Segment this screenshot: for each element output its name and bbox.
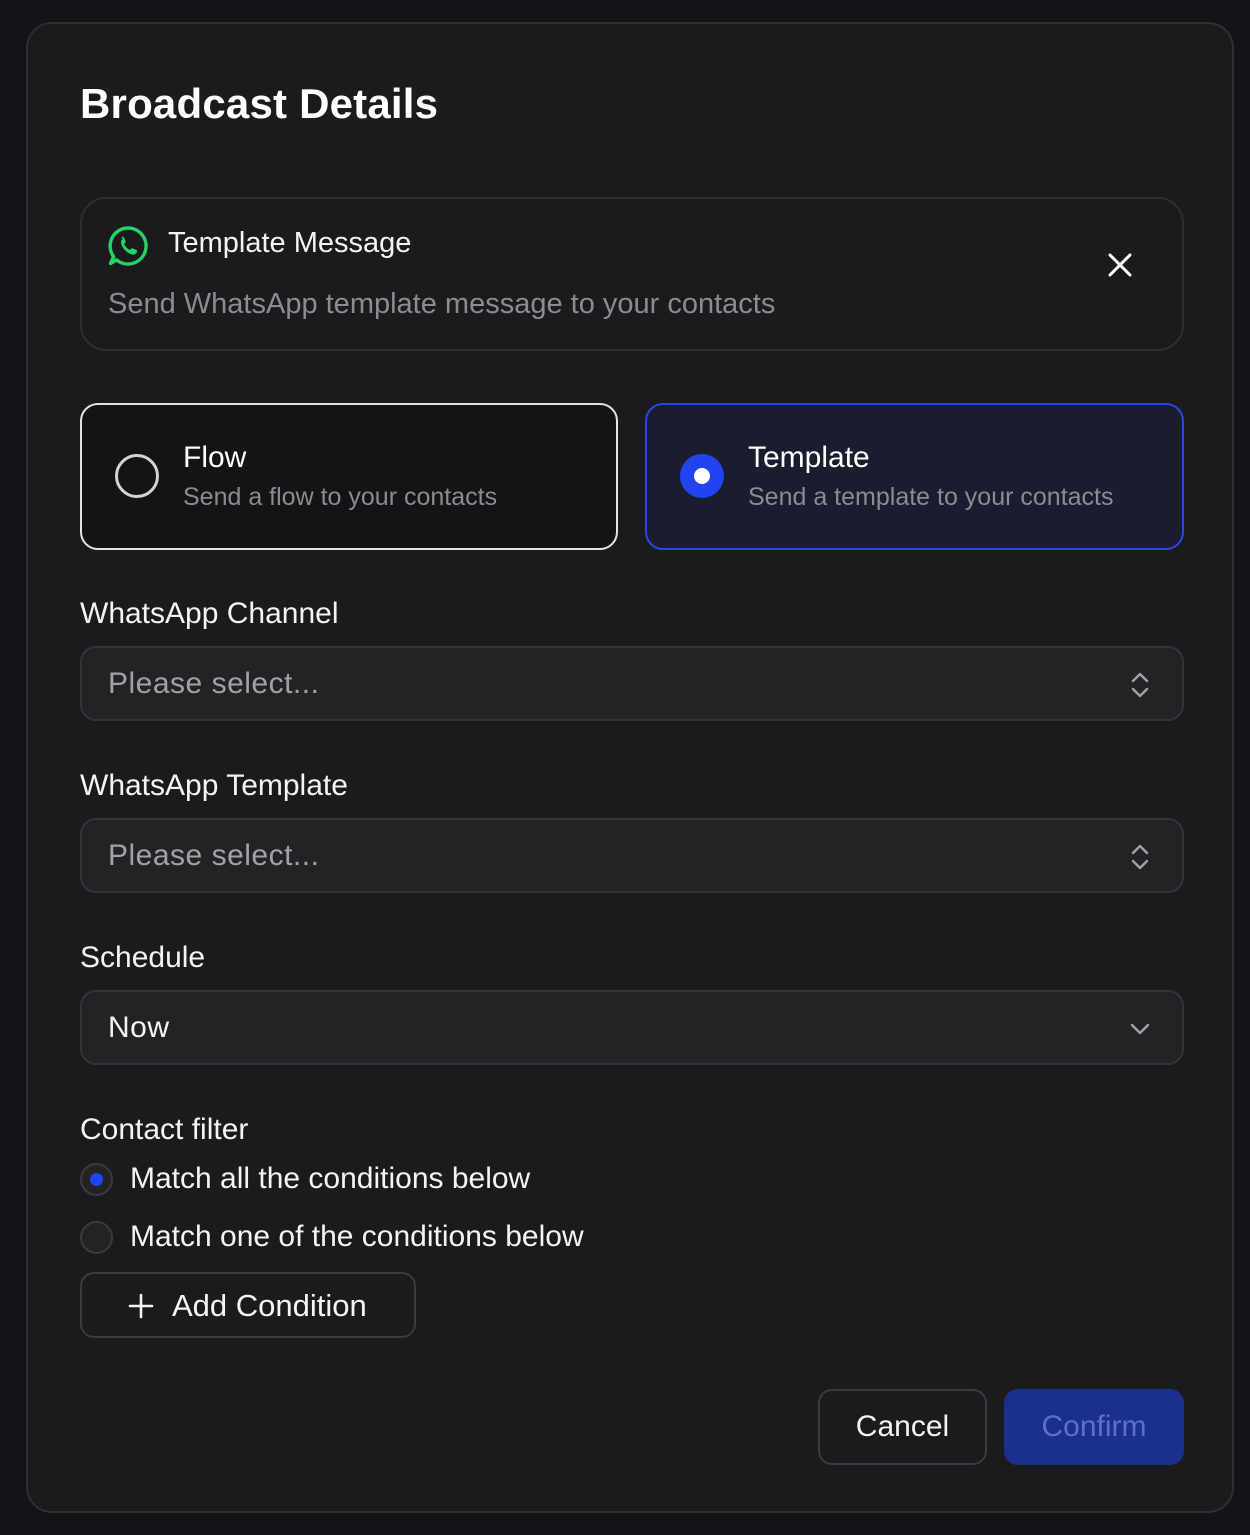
chevron-down-icon	[1130, 1023, 1150, 1035]
schedule-value: Now	[108, 1011, 170, 1044]
match-one-radio[interactable]	[80, 1221, 113, 1254]
schedule-select[interactable]: Now	[80, 990, 1184, 1065]
match-all-radio[interactable]	[80, 1163, 113, 1196]
whatsapp-template-placeholder: Please select...	[108, 839, 320, 872]
contact-filter-label: Contact filter	[80, 1113, 249, 1146]
template-option-title: Template	[748, 441, 870, 474]
flow-option[interactable]: Flow Send a flow to your contacts	[80, 403, 618, 550]
broadcast-details-dialog: Broadcast Details Template Message Send …	[26, 22, 1234, 1513]
whatsapp-channel-select[interactable]: Please select...	[80, 646, 1184, 721]
card-description: Send WhatsApp template message to your c…	[108, 288, 776, 320]
whatsapp-channel-label: WhatsApp Channel	[80, 597, 339, 630]
template-message-card: Template Message Send WhatsApp template …	[80, 197, 1184, 351]
match-one-label: Match one of the conditions below	[130, 1220, 584, 1253]
add-condition-label: Add Condition	[172, 1288, 367, 1323]
dialog-title: Broadcast Details	[80, 80, 439, 127]
confirm-button[interactable]: Confirm	[1004, 1389, 1184, 1465]
whatsapp-icon	[108, 226, 148, 266]
match-all-label: Match all the conditions below	[130, 1162, 531, 1195]
chevron-up-down-icon	[1131, 844, 1149, 870]
chevron-up-down-icon	[1131, 672, 1149, 698]
flow-radio[interactable]	[115, 454, 159, 498]
template-option[interactable]: Template Send a template to your contact…	[645, 403, 1184, 550]
card-title: Template Message	[168, 227, 412, 259]
whatsapp-template-label: WhatsApp Template	[80, 769, 348, 802]
template-radio[interactable]	[680, 454, 724, 498]
plus-icon	[128, 1293, 154, 1319]
template-option-description: Send a template to your contacts	[748, 483, 1114, 511]
schedule-label: Schedule	[80, 941, 206, 974]
flow-option-description: Send a flow to your contacts	[183, 483, 498, 511]
close-icon[interactable]	[1102, 247, 1138, 283]
flow-option-title: Flow	[183, 441, 247, 474]
whatsapp-channel-placeholder: Please select...	[108, 667, 320, 700]
whatsapp-template-select[interactable]: Please select...	[80, 818, 1184, 893]
add-condition-button[interactable]: Add Condition	[80, 1272, 416, 1338]
cancel-button[interactable]: Cancel	[818, 1389, 987, 1465]
